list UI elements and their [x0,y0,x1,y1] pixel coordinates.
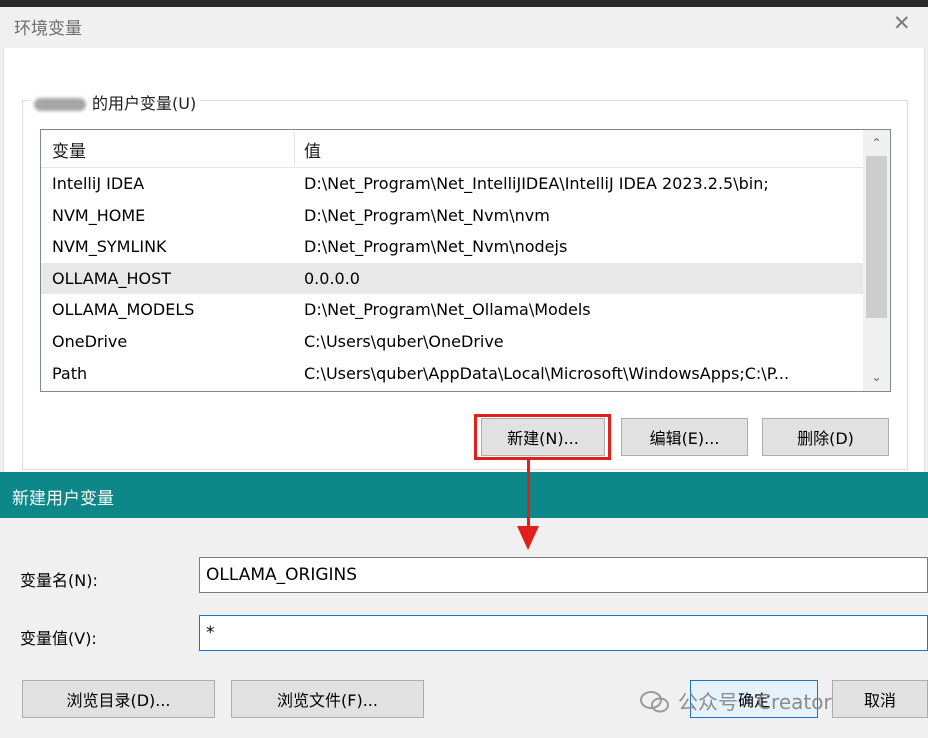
row-variable-value: 0.0.0.0 [304,268,360,288]
edit-button[interactable]: 编辑(E)... [621,418,748,456]
wechat-icon [640,691,669,713]
scroll-thumb[interactable] [866,156,887,318]
blurred-username [34,98,86,111]
row-variable-value: D:\Net_Program\Net_Nvm\nvm [304,205,550,225]
table-row[interactable]: NVM_HOME D:\Net_Program\Net_Nvm\nvm [41,200,863,232]
table-row[interactable]: IntelliJ IDEA D:\Net_Program\Net_IntelliJ… [41,168,863,200]
new-dialog-title-bar: 新建用户变量 [0,472,928,518]
user-vars-group-label: 的用户变量(U) [30,90,201,114]
arrow-down-icon [517,526,539,550]
table-row[interactable]: Path C:\Users\quber\AppData\Local\Microso… [41,358,863,390]
highlight-box [474,414,611,460]
watermark: 公众号 · Creator [678,690,832,714]
row-variable-value: D:\Net_Program\Net_Nvm\nodejs [304,237,568,257]
row-variable-value: D:\Net_Program\Net_IntelliJIDEA\IntelliJ… [304,174,769,193]
row-variable-value: C:\Users\quber\AppData\Local\Microsoft\W… [304,363,790,383]
new-dialog-title: 新建用户变量 [12,489,114,509]
browse-file-button[interactable]: 浏览文件(F)... [231,680,424,718]
scroll-down-icon[interactable]: ⌄ [863,366,890,388]
vertical-scrollbar[interactable]: ⌃ ⌄ [863,130,890,391]
row-variable-value: C:\Users\quber\OneDrive [304,331,504,351]
column-divider[interactable] [294,132,295,166]
column-header-value[interactable]: 值 [304,137,321,162]
screen-edge [0,0,928,7]
table-row[interactable]: OLLAMA_HOST 0.0.0.0 [41,262,863,295]
variable-value-label: 变量值(V): [20,629,97,648]
list-header: 变量 值 [41,130,863,168]
table-row[interactable]: NVM_SYMLINK D:\Net_Program\Net_Nvm\nodejs [41,231,863,263]
row-variable-name: Path [52,363,88,383]
column-header-variable[interactable]: 变量 [52,137,86,162]
variable-name-label: 变量名(N): [20,571,98,590]
row-variable-name: OLLAMA_MODELS [52,300,195,320]
row-variable-name: NVM_HOME [52,205,146,225]
table-row[interactable]: OLLAMA_MODELS D:\Net_Program\Net_Ollama\M… [41,294,863,326]
browse-directory-button[interactable]: 浏览目录(D)... [22,680,215,718]
arrow-line [527,460,530,528]
scroll-up-icon[interactable]: ⌃ [863,132,890,154]
row-variable-value: D:\Net_Program\Net_Ollama\Models [304,300,591,320]
user-vars-list[interactable]: 变量 值 IntelliJ IDEA D:\Net_Program\Net_Int… [40,129,891,392]
delete-button[interactable]: 删除(D) [762,418,889,456]
list-rows: IntelliJ IDEA D:\Net_Program\Net_IntelliJ… [41,168,863,389]
row-variable-name: NVM_SYMLINK [52,237,167,257]
window-title: 环境变量 [14,19,82,39]
cancel-button[interactable]: 取消 [832,680,928,718]
variable-value-input[interactable]: * [199,615,928,651]
row-variable-name: OLLAMA_HOST [52,268,172,288]
close-icon[interactable]: ✕ [893,12,911,34]
variable-name-input[interactable]: OLLAMA_ORIGINS [199,557,928,593]
row-variable-name: IntelliJ IDEA [52,174,145,193]
row-variable-name: OneDrive [52,331,128,351]
table-row[interactable]: OneDrive C:\Users\quber\OneDrive [41,326,863,358]
